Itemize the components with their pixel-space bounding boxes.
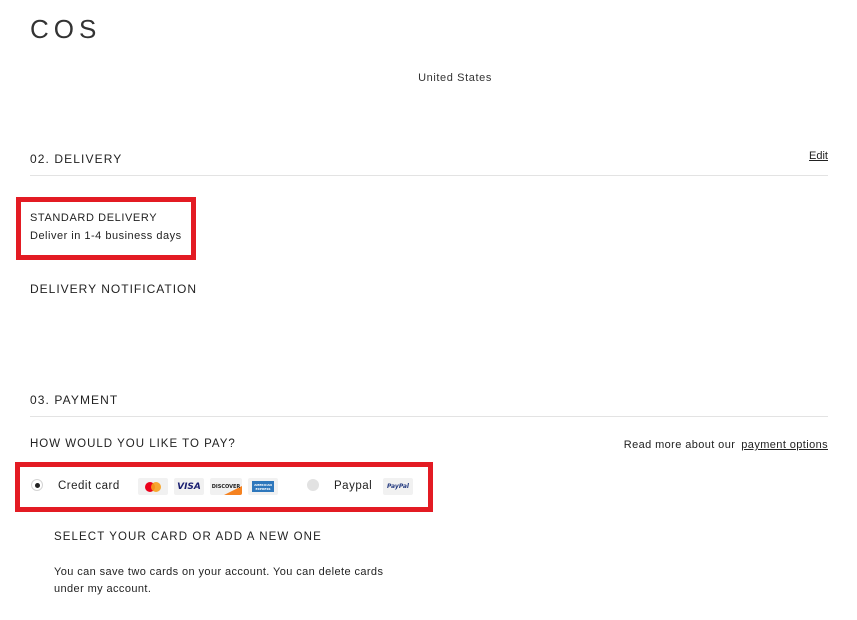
- delivery-method-highlight: [16, 197, 196, 260]
- paypal-radio[interactable]: [307, 479, 319, 491]
- payment-question: HOW WOULD YOU LIKE TO PAY?: [30, 438, 236, 450]
- save-cards-info: You can save two cards on your account. …: [54, 566, 384, 595]
- payment-section-title: 03. PAYMENT: [30, 393, 119, 407]
- discover-icon: DISCOVER: [210, 478, 242, 495]
- payment-divider: [30, 416, 828, 417]
- paypal-icon: PayPal: [383, 478, 413, 495]
- delivery-notification-title: DELIVERY NOTIFICATION: [30, 282, 198, 296]
- discover-text: DISCOVER: [211, 483, 241, 490]
- amex-badge: AMERICAN EXPRESS: [252, 481, 274, 492]
- edit-delivery-link[interactable]: Edit: [809, 150, 828, 162]
- paypal-label[interactable]: Paypal: [334, 480, 372, 492]
- delivery-method-name[interactable]: STANDARD DELIVERY: [30, 212, 157, 224]
- delivery-section-title: 02. DELIVERY: [30, 152, 123, 166]
- select-card-title: SELECT YOUR CARD OR ADD A NEW ONE: [54, 531, 322, 543]
- amex-icon: AMERICAN EXPRESS: [248, 478, 278, 495]
- mastercard-icon: [138, 478, 168, 495]
- payment-options-link[interactable]: payment options: [741, 439, 828, 451]
- credit-card-radio[interactable]: [31, 479, 43, 491]
- visa-icon: VISA: [174, 478, 204, 495]
- credit-card-label[interactable]: Credit card: [58, 480, 120, 492]
- read-more-prefix: Read more about our: [623, 439, 736, 451]
- shipping-address-country: United States: [418, 72, 492, 84]
- delivery-method-description: Deliver in 1-4 business days: [30, 230, 182, 242]
- cos-logo[interactable]: COS: [30, 14, 101, 45]
- delivery-divider: [30, 175, 828, 176]
- payment-options-info: Read more about our payment options: [624, 439, 828, 451]
